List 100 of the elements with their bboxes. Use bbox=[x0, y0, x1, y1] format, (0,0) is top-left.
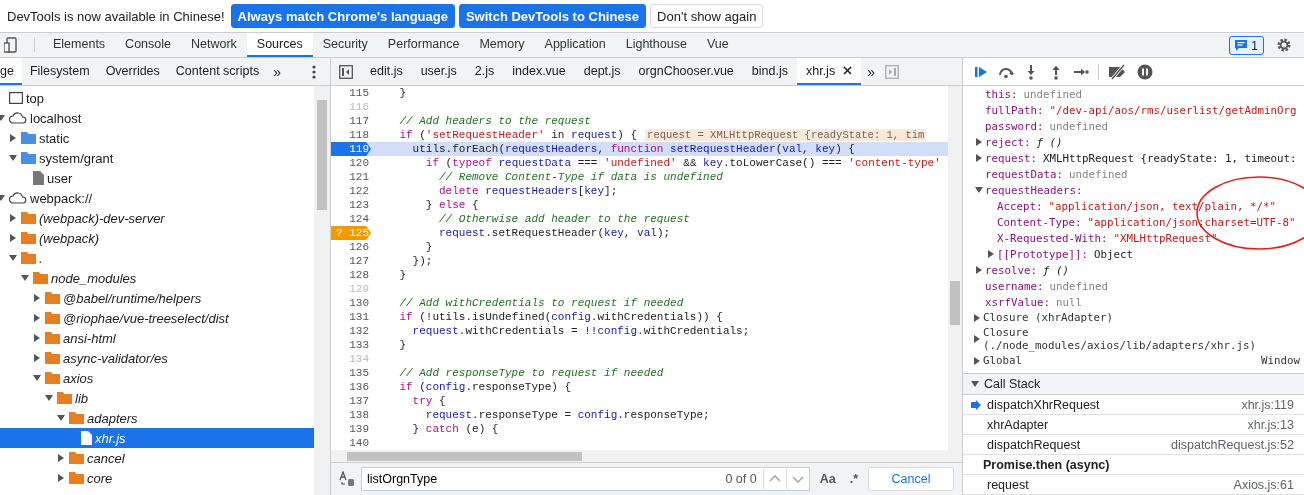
collapsed-arrow-icon[interactable] bbox=[33, 334, 41, 342]
tree-item[interactable]: . bbox=[0, 248, 314, 268]
sidebar-toggle-icon[interactable] bbox=[339, 64, 353, 79]
collapsed-arrow-icon[interactable] bbox=[9, 214, 17, 222]
line-number[interactable]: 119 bbox=[331, 142, 371, 156]
tree-item[interactable]: localhost bbox=[0, 108, 314, 128]
line-number[interactable]: 133 bbox=[331, 338, 371, 352]
expanded-arrow-icon[interactable] bbox=[33, 374, 41, 382]
panel-tab[interactable]: Elements bbox=[43, 33, 116, 57]
line-number[interactable]: 122 bbox=[331, 184, 371, 198]
line-number[interactable]: 130 bbox=[331, 296, 371, 310]
collapsed-arrow-icon[interactable] bbox=[9, 234, 17, 242]
tree-item[interactable]: node_modules bbox=[0, 268, 314, 288]
call-frame[interactable]: xhrAdapter xhr.js:13 bbox=[963, 415, 1304, 435]
cancel-button[interactable]: Cancel bbox=[868, 467, 954, 491]
tree-item[interactable]: cancel bbox=[0, 448, 314, 468]
more-options-icon[interactable] bbox=[312, 64, 316, 79]
more-tabs-button[interactable]: » bbox=[861, 63, 881, 80]
panel-tab[interactable]: Lighthouse bbox=[615, 33, 697, 57]
panel-tab[interactable]: Application bbox=[534, 33, 616, 57]
panel-tab[interactable]: Memory bbox=[469, 33, 535, 57]
expanded-arrow-icon[interactable] bbox=[57, 414, 65, 422]
panel-tab[interactable]: Vue bbox=[696, 33, 739, 57]
collapsed-arrow-icon[interactable] bbox=[33, 354, 41, 362]
line-number[interactable]: 126 bbox=[331, 240, 371, 254]
tree-item[interactable]: (webpack)-dev-server bbox=[0, 208, 314, 228]
collapsed-arrow-icon[interactable] bbox=[973, 356, 981, 365]
settings-icon[interactable] bbox=[1276, 37, 1292, 53]
call-frame[interactable]: request Axios.js:61 bbox=[963, 475, 1304, 495]
panel-tab[interactable]: Security bbox=[312, 33, 378, 57]
navigator-tab[interactable]: ge bbox=[0, 58, 22, 85]
panel-tab[interactable]: Sources bbox=[246, 33, 313, 57]
device-toolbar-icon[interactable] bbox=[4, 37, 20, 53]
navigator-tab[interactable]: Content scripts bbox=[167, 58, 268, 85]
editor-tab[interactable]: orgnChooser.vue bbox=[629, 58, 743, 85]
line-number[interactable]: 115 bbox=[331, 86, 371, 100]
panel-tab[interactable]: Network bbox=[181, 33, 247, 57]
line-number[interactable]: 123 bbox=[331, 198, 371, 212]
more-tabs-button[interactable]: » bbox=[267, 63, 287, 80]
infobar-button[interactable]: Don't show again bbox=[650, 4, 764, 28]
tree-item[interactable]: user bbox=[0, 168, 314, 188]
collapsed-arrow-icon[interactable] bbox=[57, 474, 65, 482]
panel-tab[interactable]: Performance bbox=[377, 33, 470, 57]
match-case-button[interactable]: Aa bbox=[815, 472, 840, 486]
tree-item[interactable]: adapters bbox=[0, 408, 314, 428]
line-number[interactable]: 135 bbox=[331, 366, 371, 380]
line-number[interactable]: 138 bbox=[331, 408, 371, 422]
infobar-button[interactable]: Always match Chrome's language bbox=[230, 4, 455, 28]
line-number[interactable]: 136 bbox=[331, 380, 371, 394]
line-number[interactable]: 131 bbox=[331, 310, 371, 324]
collapsed-arrow-icon[interactable] bbox=[33, 314, 41, 322]
tree-item[interactable]: @riophae/vue-treeselect/dist bbox=[0, 308, 314, 328]
panel-tab[interactable]: Console bbox=[115, 33, 181, 57]
editor-tab[interactable]: xhr.js bbox=[796, 58, 862, 85]
line-number[interactable]: 121 bbox=[331, 170, 371, 184]
line-number[interactable]: 127 bbox=[331, 254, 371, 268]
scrollbar[interactable] bbox=[948, 86, 962, 462]
sidebar-toggle-icon[interactable] bbox=[884, 64, 899, 79]
expanded-arrow-icon[interactable] bbox=[975, 186, 983, 194]
call-stack-header[interactable]: Call Stack bbox=[963, 373, 1304, 395]
tree-item[interactable]: xhr.js bbox=[0, 428, 314, 448]
expanded-arrow-icon[interactable] bbox=[21, 274, 29, 282]
tree-item[interactable]: (webpack) bbox=[0, 228, 314, 248]
infobar-button[interactable]: Switch DevTools to Chinese bbox=[458, 4, 647, 28]
tree-item[interactable]: lib bbox=[0, 388, 314, 408]
close-icon[interactable] bbox=[843, 66, 853, 75]
tree-item[interactable]: async-validator/es bbox=[0, 348, 314, 368]
line-number[interactable]: 137 bbox=[331, 394, 371, 408]
navigator-tab[interactable]: Filesystem bbox=[21, 58, 98, 85]
editor-tab[interactable]: dept.js bbox=[574, 58, 630, 85]
editor-tab[interactable]: index.vue bbox=[503, 58, 575, 85]
tree-item[interactable]: top bbox=[0, 88, 314, 108]
line-number[interactable]: 128 bbox=[331, 268, 371, 282]
collapsed-arrow-icon[interactable] bbox=[973, 335, 981, 343]
tree-item[interactable]: ansi-html bbox=[0, 328, 314, 348]
collapsed-arrow-icon[interactable] bbox=[975, 154, 983, 162]
editor-tab[interactable]: bind.js bbox=[742, 58, 797, 85]
editor-tab[interactable]: user.js bbox=[411, 58, 466, 85]
line-number[interactable]: 124 bbox=[331, 212, 371, 226]
tree-item[interactable]: static bbox=[0, 128, 314, 148]
replace-toggle-icon[interactable] bbox=[339, 471, 355, 487]
expanded-arrow-icon[interactable] bbox=[45, 394, 53, 402]
deactivate-breakpoints-icon[interactable] bbox=[1108, 63, 1128, 80]
navigator-tab[interactable]: Overrides bbox=[97, 58, 168, 85]
collapsed-arrow-icon[interactable] bbox=[973, 313, 981, 322]
tree-item[interactable]: axios bbox=[0, 368, 314, 388]
line-number[interactable]: 139 bbox=[331, 422, 371, 436]
line-number[interactable]: 120 bbox=[331, 156, 371, 170]
line-number[interactable]: 117 bbox=[331, 114, 371, 128]
collapsed-arrow-icon[interactable] bbox=[975, 138, 983, 146]
collapsed-arrow-icon[interactable] bbox=[9, 134, 17, 142]
line-number[interactable]: 118 bbox=[331, 128, 371, 142]
issues-badge[interactable]: 1 bbox=[1229, 36, 1264, 55]
collapsed-arrow-icon[interactable] bbox=[975, 266, 983, 274]
line-number[interactable]: 132 bbox=[331, 324, 371, 338]
expanded-arrow-icon[interactable] bbox=[9, 154, 17, 162]
horizontal-scrollbar[interactable] bbox=[331, 450, 948, 462]
regex-button[interactable]: .* bbox=[845, 472, 862, 486]
tree-item[interactable]: @babel/runtime/helpers bbox=[0, 288, 314, 308]
call-frame[interactable]: dispatchXhrRequest xhr.js:119 bbox=[963, 395, 1304, 415]
